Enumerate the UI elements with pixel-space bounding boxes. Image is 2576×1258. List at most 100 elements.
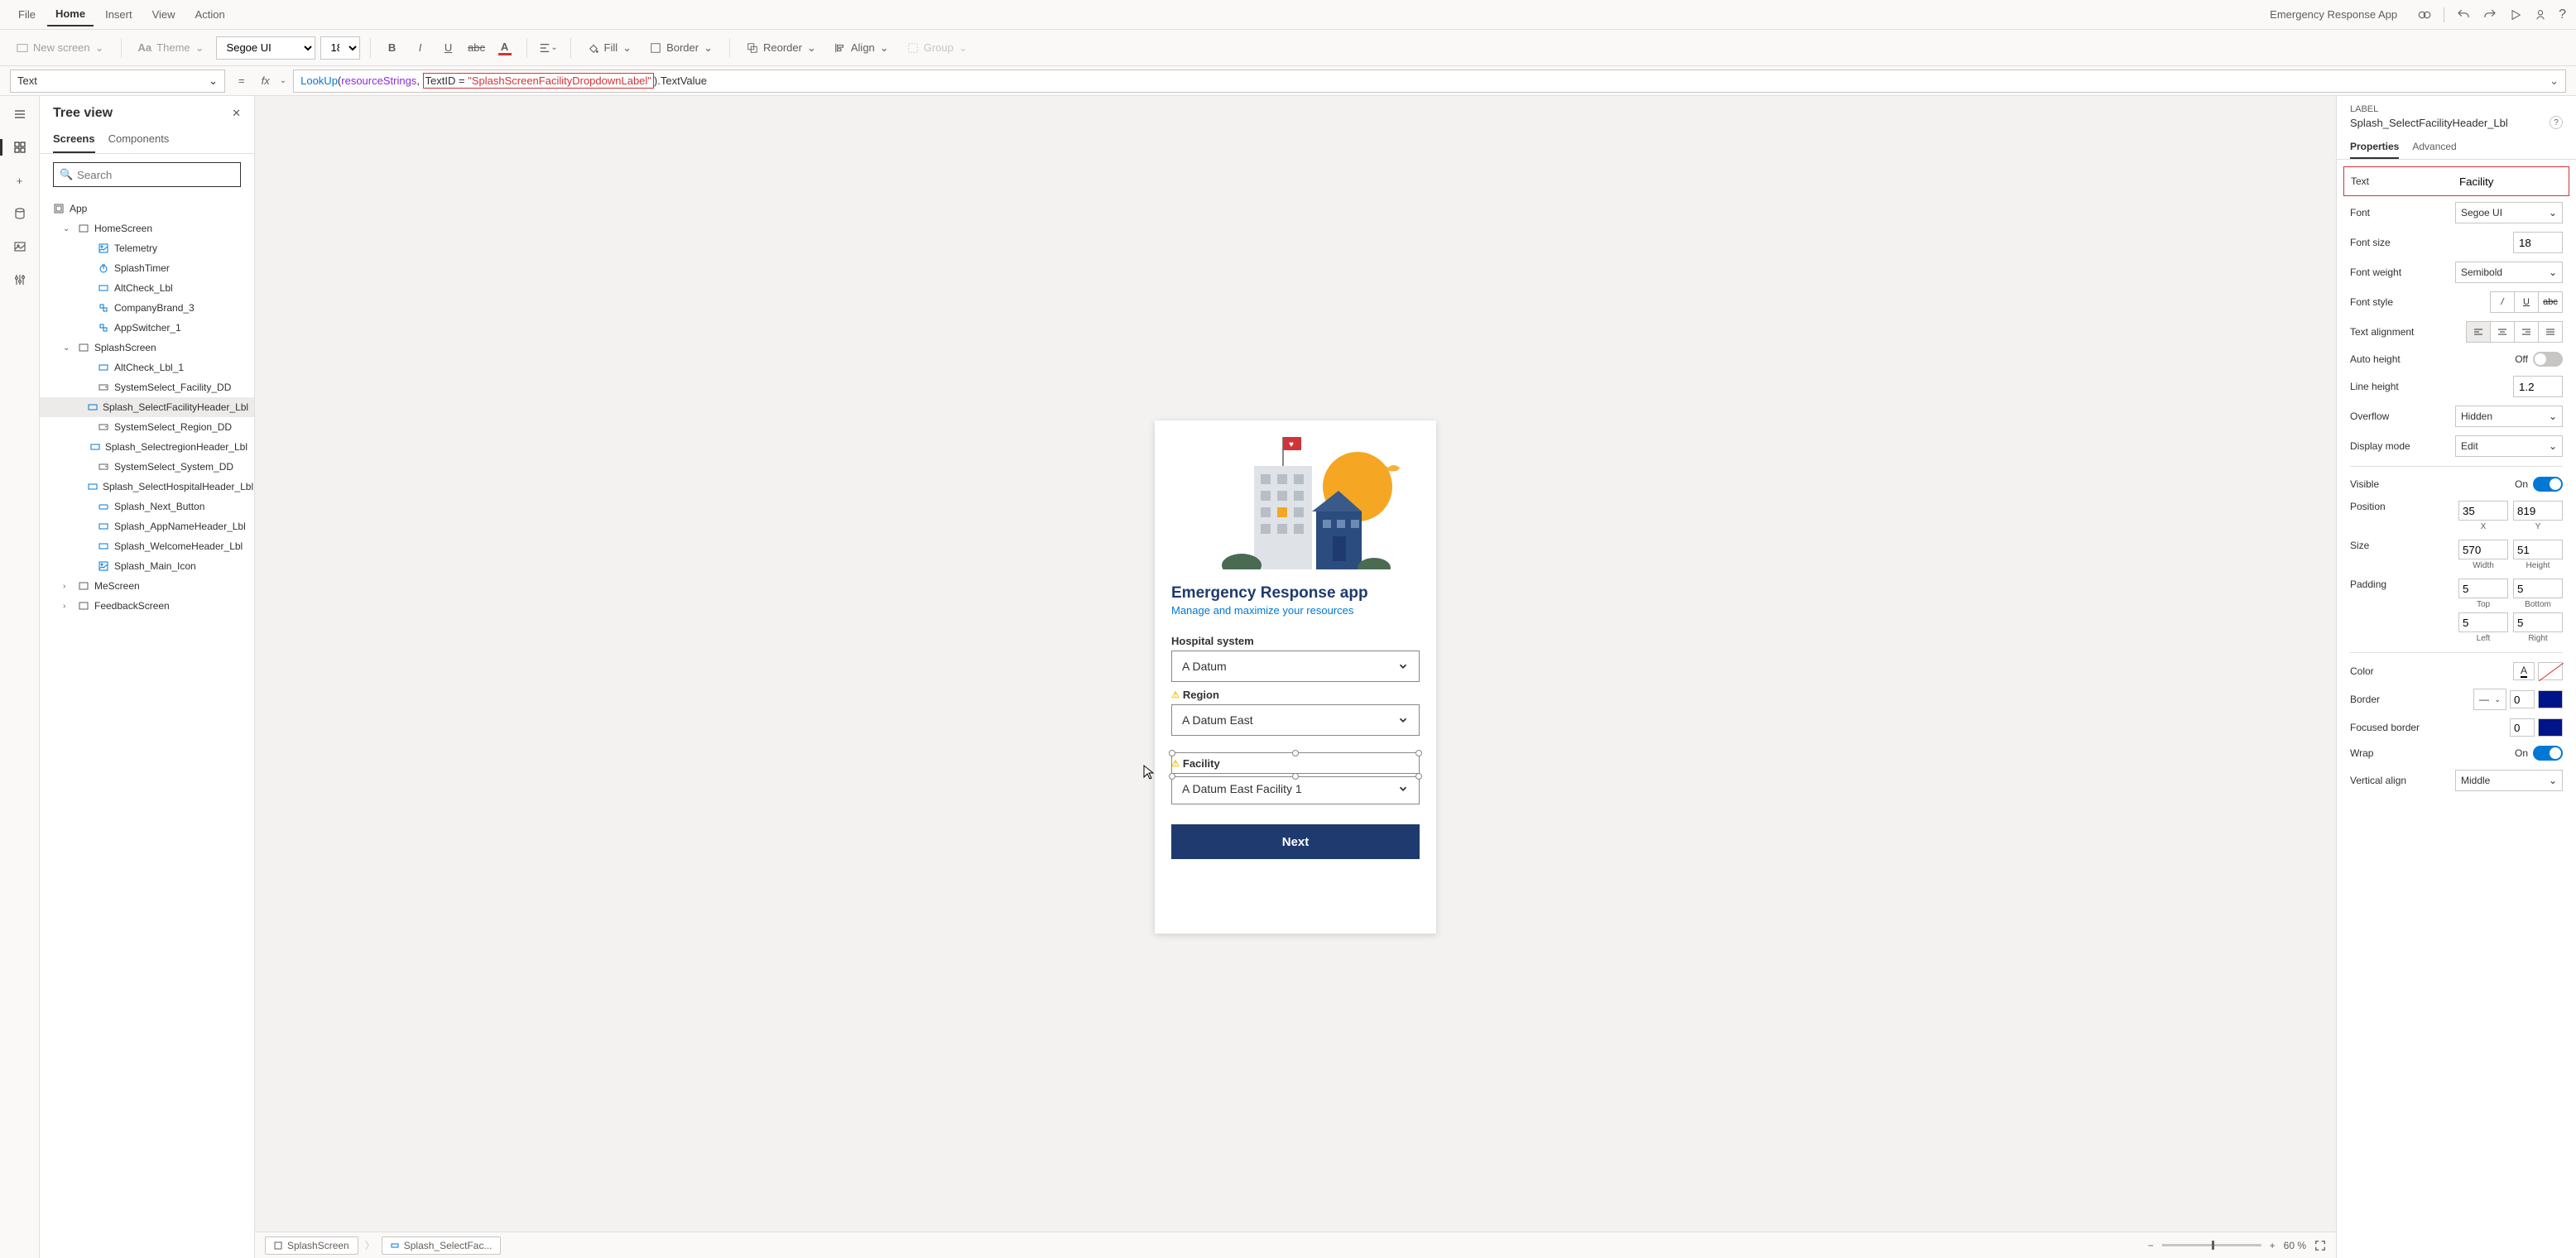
env-icon[interactable] xyxy=(2417,7,2432,22)
formula-input[interactable]: LookUp(resourceStrings, TextID = "Splash… xyxy=(293,70,2566,93)
help-icon[interactable]: ? xyxy=(2550,116,2563,129)
play-icon[interactable] xyxy=(2509,8,2522,22)
prop-autoheight-toggle[interactable] xyxy=(2533,352,2563,367)
redo-icon[interactable] xyxy=(2482,7,2497,22)
prop-fontweight-select[interactable]: Semibold⌄ xyxy=(2455,262,2563,283)
advanced-icon[interactable] xyxy=(12,271,28,288)
tree-view-icon[interactable] xyxy=(12,139,28,156)
property-selector[interactable]: Text ⌄ xyxy=(10,70,225,93)
prop-padding-right[interactable] xyxy=(2513,612,2563,632)
tree-item[interactable]: ›FeedbackScreen xyxy=(40,596,254,616)
prop-padding-left[interactable] xyxy=(2458,612,2508,632)
underline-button[interactable]: U xyxy=(437,36,460,60)
prop-focusedborder-color[interactable] xyxy=(2538,718,2563,737)
prop-displaymode-select[interactable]: Edit⌄ xyxy=(2455,435,2563,457)
prop-overflow-select[interactable]: Hidden⌄ xyxy=(2455,406,2563,427)
breadcrumb-screen[interactable]: SplashScreen xyxy=(265,1236,358,1255)
tree-item[interactable]: CompanyBrand_3 xyxy=(40,298,254,318)
prop-fontsize-input[interactable] xyxy=(2513,232,2563,253)
tree-app-root[interactable]: App xyxy=(40,199,254,218)
tree-item[interactable]: AltCheck_Lbl xyxy=(40,278,254,298)
tree-item[interactable]: SystemSelect_Facility_DD xyxy=(40,377,254,397)
reorder-button[interactable]: Reorder⌄ xyxy=(740,38,823,58)
prop-border-style[interactable]: —⌄ xyxy=(2473,689,2506,710)
zoom-slider[interactable] xyxy=(2162,1244,2261,1246)
text-align-button[interactable]: ⌄ xyxy=(537,36,560,60)
undo-icon[interactable] xyxy=(2456,7,2471,22)
tree-item[interactable]: Splash_SelectregionHeader_Lbl xyxy=(40,437,254,457)
border-button[interactable]: Border⌄ xyxy=(643,38,719,58)
prop-padding-bottom[interactable] xyxy=(2513,579,2563,598)
next-button[interactable]: Next xyxy=(1171,824,1420,859)
prop-position-x[interactable] xyxy=(2458,501,2508,521)
new-screen-button[interactable]: New screen ⌄ xyxy=(10,38,111,58)
prop-lineheight-input[interactable] xyxy=(2513,376,2563,397)
menu-file[interactable]: File xyxy=(10,3,44,26)
tree-item[interactable]: Splash_SelectFacilityHeader_Lbl⋯ xyxy=(40,397,254,417)
group-button[interactable]: Group⌄ xyxy=(901,38,974,58)
share-icon[interactable] xyxy=(2534,8,2547,22)
menu-home[interactable]: Home xyxy=(47,2,94,26)
align-button[interactable]: Align⌄ xyxy=(828,38,896,58)
zoom-out-button[interactable]: − xyxy=(2148,1240,2154,1251)
prop-padding-top[interactable] xyxy=(2458,579,2508,598)
font-select[interactable]: Segoe UI xyxy=(216,36,315,60)
tree-item[interactable]: ⌄HomeScreen xyxy=(40,218,254,238)
canvas-area[interactable]: ♥ Emergency Response app Manage and maxi… xyxy=(255,96,2336,1258)
zoom-in-button[interactable]: + xyxy=(2270,1240,2276,1251)
breadcrumb-control[interactable]: Splash_SelectFac... xyxy=(382,1236,502,1255)
prop-fontstyle-group[interactable]: / U abc xyxy=(2490,291,2563,313)
prop-focusedborder-width[interactable] xyxy=(2510,718,2535,737)
tab-advanced[interactable]: Advanced xyxy=(2412,136,2456,159)
data-icon[interactable] xyxy=(12,205,28,222)
font-size-select[interactable]: 18 xyxy=(320,36,360,60)
font-color-button[interactable]: A xyxy=(493,36,517,60)
region-select[interactable]: A Datum East xyxy=(1171,704,1420,736)
tree-item[interactable]: Splash_SelectHospitalHeader_Lbl xyxy=(40,477,254,497)
strike-button[interactable]: abc xyxy=(465,36,488,60)
fill-button[interactable]: Fill⌄ xyxy=(581,38,639,58)
menu-action[interactable]: Action xyxy=(187,3,233,26)
prop-size-height[interactable] xyxy=(2513,540,2563,559)
tree-item[interactable]: SystemSelect_System_DD xyxy=(40,457,254,477)
tree-item[interactable]: Telemetry xyxy=(40,238,254,258)
tree-item[interactable]: SystemSelect_Region_DD xyxy=(40,417,254,437)
prop-border-width[interactable] xyxy=(2510,690,2535,708)
tree-item[interactable]: ⌄SplashScreen xyxy=(40,338,254,358)
tree-item[interactable]: Splash_WelcomeHeader_Lbl xyxy=(40,536,254,556)
tab-components[interactable]: Components xyxy=(108,126,170,153)
prop-position-y[interactable] xyxy=(2513,501,2563,521)
bold-button[interactable]: B xyxy=(381,36,404,60)
tab-screens[interactable]: Screens xyxy=(53,126,95,153)
insert-icon[interactable]: + xyxy=(12,172,28,189)
prop-text-input[interactable] xyxy=(2454,170,2562,192)
menu-view[interactable]: View xyxy=(144,3,184,26)
hospital-select[interactable]: A Datum xyxy=(1171,651,1420,682)
hamburger-icon[interactable] xyxy=(12,106,28,122)
tree-item[interactable]: AppSwitcher_1 xyxy=(40,318,254,338)
tree-item[interactable]: Splash_Next_Button xyxy=(40,497,254,516)
tree-item[interactable]: SplashTimer xyxy=(40,258,254,278)
prop-valign-select[interactable]: Middle⌄ xyxy=(2455,770,2563,791)
italic-button[interactable]: I xyxy=(409,36,432,60)
tree-item[interactable]: Splash_AppNameHeader_Lbl xyxy=(40,516,254,536)
help-icon[interactable]: ? xyxy=(2559,7,2566,22)
prop-textalign-group[interactable] xyxy=(2466,321,2563,343)
prop-textcolor-button[interactable]: A xyxy=(2513,662,2535,680)
tree-item[interactable]: ›MeScreen xyxy=(40,576,254,596)
tab-properties[interactable]: Properties xyxy=(2350,136,2399,159)
menu-insert[interactable]: Insert xyxy=(97,3,141,26)
tree-item[interactable]: AltCheck_Lbl_1 xyxy=(40,358,254,377)
tree-item[interactable]: Splash_Main_Icon xyxy=(40,556,254,576)
prop-font-select[interactable]: Segoe UI⌄ xyxy=(2455,202,2563,223)
prop-bgcolor-swatch[interactable] xyxy=(2538,662,2563,680)
close-icon[interactable]: ✕ xyxy=(232,107,241,120)
fit-screen-icon[interactable] xyxy=(2314,1240,2326,1251)
prop-size-width[interactable] xyxy=(2458,540,2508,559)
media-icon[interactable] xyxy=(12,238,28,255)
prop-wrap-toggle[interactable] xyxy=(2533,746,2563,761)
search-input[interactable] xyxy=(53,162,241,187)
prop-visible-toggle[interactable] xyxy=(2533,477,2563,492)
prop-border-color[interactable] xyxy=(2538,690,2563,708)
theme-button[interactable]: Aa Theme ⌄ xyxy=(132,38,211,58)
